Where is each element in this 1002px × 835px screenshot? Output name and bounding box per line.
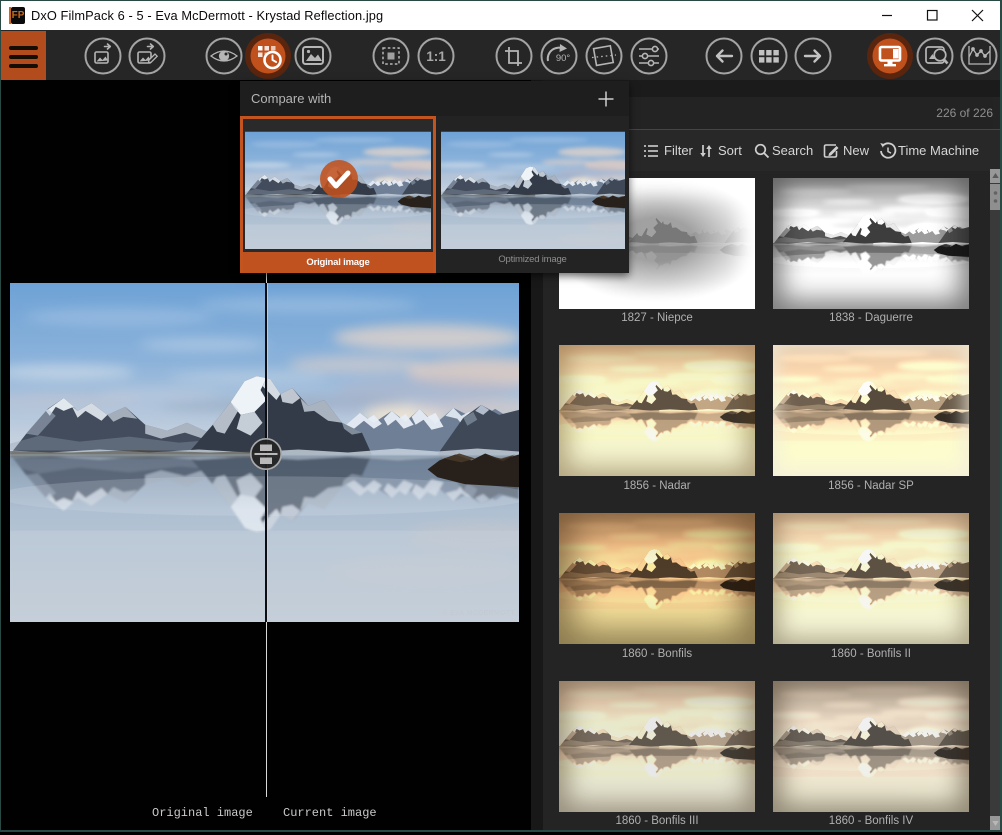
svg-text:1:1: 1:1	[426, 49, 446, 64]
svg-text:90°: 90°	[556, 53, 571, 64]
